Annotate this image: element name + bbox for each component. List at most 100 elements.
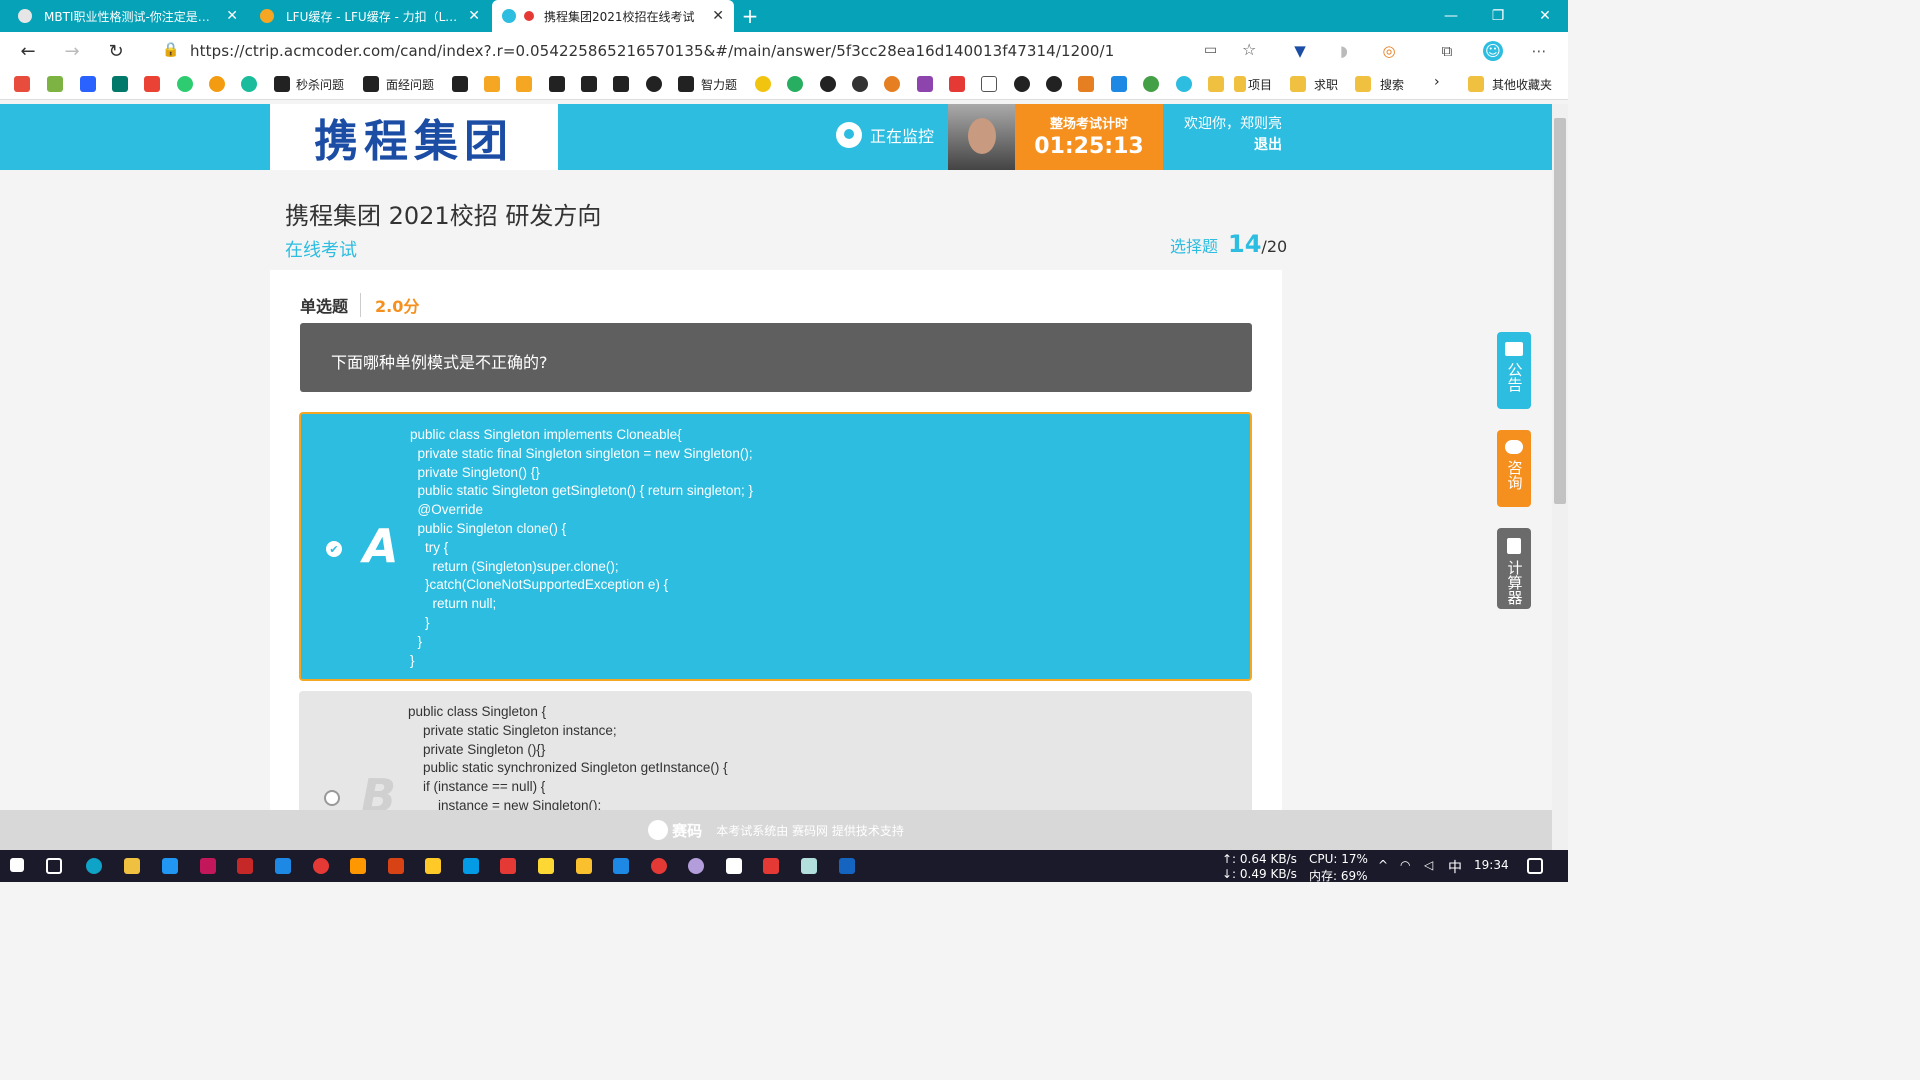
niuke-icon[interactable]: [613, 76, 629, 92]
ime-indicator[interactable]: 中: [1448, 857, 1462, 877]
extension-v-icon[interactable]: ▼: [1290, 41, 1310, 61]
extension-shield-icon[interactable]: ◗: [1334, 41, 1354, 61]
niuke-icon[interactable]: [274, 76, 290, 92]
clock[interactable]: 19:34: [1474, 858, 1509, 872]
app-icon[interactable]: [425, 858, 441, 874]
app-icon[interactable]: [275, 858, 291, 874]
bookmark-folder-projects[interactable]: 项目: [1248, 76, 1272, 93]
app-icon[interactable]: [651, 858, 667, 874]
niuke-icon[interactable]: [581, 76, 597, 92]
github-icon[interactable]: [820, 76, 836, 92]
new-tab-icon[interactable]: +: [736, 0, 764, 32]
sogou-icon[interactable]: [209, 76, 225, 92]
page-icon[interactable]: [981, 76, 997, 92]
bookmark-folder-jobs[interactable]: 求职: [1314, 76, 1338, 93]
niuke-icon[interactable]: [363, 76, 379, 92]
notification-icon[interactable]: [1527, 858, 1543, 874]
bookmark-interview[interactable]: 面经问题: [386, 76, 434, 93]
bookmark-icon[interactable]: [787, 76, 803, 92]
leetcode-icon[interactable]: [516, 76, 532, 92]
microsoft-icon[interactable]: [47, 76, 63, 92]
bookmark-icon[interactable]: [1078, 76, 1094, 92]
extension-camera-icon[interactable]: ◎: [1379, 41, 1399, 61]
consult-button[interactable]: 咨询: [1497, 430, 1531, 507]
calculator-button[interactable]: 计算器: [1497, 528, 1531, 609]
close-tab-icon[interactable]: ✕: [468, 8, 480, 24]
option-b[interactable]: B public class Singleton { private stati…: [299, 691, 1252, 821]
github-icon[interactable]: [1014, 76, 1030, 92]
chevron-right-icon[interactable]: ›: [1434, 74, 1440, 90]
app-icon[interactable]: [763, 858, 779, 874]
file-explorer-icon[interactable]: [124, 858, 140, 874]
radio-checked-icon[interactable]: ✔: [326, 541, 342, 557]
bookmark-icon[interactable]: [1143, 76, 1159, 92]
restore-icon[interactable]: ❐: [1475, 0, 1521, 32]
radio-unchecked-icon[interactable]: [324, 790, 340, 806]
word-icon[interactable]: [839, 858, 855, 874]
favorite-star-icon[interactable]: ☆: [1242, 40, 1256, 59]
window-close-icon[interactable]: ✕: [1522, 0, 1568, 32]
app-icon[interactable]: [500, 858, 516, 874]
bookmark-icon[interactable]: [884, 76, 900, 92]
baidu-icon[interactable]: [80, 76, 96, 92]
netease-music-icon[interactable]: [313, 858, 329, 874]
niuke-icon[interactable]: [678, 76, 694, 92]
logout-link[interactable]: 退出: [1178, 135, 1282, 156]
google-icon[interactable]: [144, 76, 160, 92]
close-tab-icon[interactable]: ✕: [226, 8, 238, 24]
windows-start-icon[interactable]: [10, 858, 24, 872]
camera-icon[interactable]: ▭: [1204, 42, 1217, 58]
app-icon[interactable]: [576, 858, 592, 874]
tab-leetcode[interactable]: LFU缓存 - LFU缓存 - 力扣（Leetc ✕: [250, 0, 490, 32]
niuke-icon[interactable]: [452, 76, 468, 92]
page-scrollbar[interactable]: [1552, 104, 1568, 850]
bookmark-icon[interactable]: [14, 76, 30, 92]
acrobat-icon[interactable]: [237, 858, 253, 874]
edge-icon[interactable]: [86, 858, 102, 874]
bookmark-icon[interactable]: [177, 76, 193, 92]
notice-button[interactable]: 公告: [1497, 332, 1531, 409]
back-icon[interactable]: ←: [14, 38, 42, 64]
profile-avatar-icon[interactable]: ☺: [1483, 41, 1503, 61]
bookmark-puzzle[interactable]: 智力题: [701, 76, 737, 93]
intellij-icon[interactable]: [200, 858, 216, 874]
bookmark-icon[interactable]: [755, 76, 771, 92]
app-icon[interactable]: [688, 858, 704, 874]
close-tab-icon[interactable]: ✕: [712, 8, 724, 24]
bookmark-icon[interactable]: [241, 76, 257, 92]
todo-icon[interactable]: [613, 858, 629, 874]
bookmark-icon[interactable]: [646, 76, 662, 92]
sticky-notes-icon[interactable]: [538, 858, 554, 874]
volume-icon[interactable]: ◁: [1424, 858, 1433, 872]
typora-icon[interactable]: [726, 858, 742, 874]
wifi-icon[interactable]: ◠: [1400, 858, 1410, 872]
more-menu-icon[interactable]: ⋯: [1529, 41, 1549, 61]
leetcode-icon[interactable]: [484, 76, 500, 92]
bookmark-icon[interactable]: [1111, 76, 1127, 92]
chevron-up-icon[interactable]: ^: [1378, 858, 1388, 872]
vscode-icon[interactable]: [162, 858, 178, 874]
tab-mbti[interactable]: MBTI职业性格测试-你注定是个租 ✕: [8, 0, 248, 32]
acmcoder-icon[interactable]: [1176, 76, 1192, 92]
forward-icon[interactable]: →: [58, 38, 86, 64]
folder-icon[interactable]: [1208, 76, 1224, 92]
bookmark-icon[interactable]: [917, 76, 933, 92]
collections-icon[interactable]: ⧉: [1437, 41, 1457, 61]
bing-icon[interactable]: [112, 76, 128, 92]
tab-ctrip-exam[interactable]: 携程集团2021校招在线考试 ✕: [492, 0, 734, 32]
scrollbar-thumb[interactable]: [1554, 118, 1566, 504]
bookmark-icon[interactable]: [852, 76, 868, 92]
minimize-icon[interactable]: —: [1428, 0, 1474, 32]
csdn-icon[interactable]: [949, 76, 965, 92]
task-view-icon[interactable]: [46, 858, 62, 874]
app-icon[interactable]: [350, 858, 366, 874]
app-icon[interactable]: [801, 858, 817, 874]
reload-icon[interactable]: ↻: [102, 38, 130, 64]
bookmark-folder-other[interactable]: 其他收藏夹: [1492, 76, 1552, 93]
github-icon[interactable]: [1046, 76, 1062, 92]
url-field[interactable]: 🔒 https://ctrip.acmcoder.com/cand/index?…: [146, 35, 1270, 67]
bookmark-folder-search[interactable]: 搜索: [1380, 76, 1404, 93]
app-icon[interactable]: [463, 858, 479, 874]
bookmark-seckill[interactable]: 秒杀问题: [296, 76, 344, 93]
powerpoint-icon[interactable]: [388, 858, 404, 874]
